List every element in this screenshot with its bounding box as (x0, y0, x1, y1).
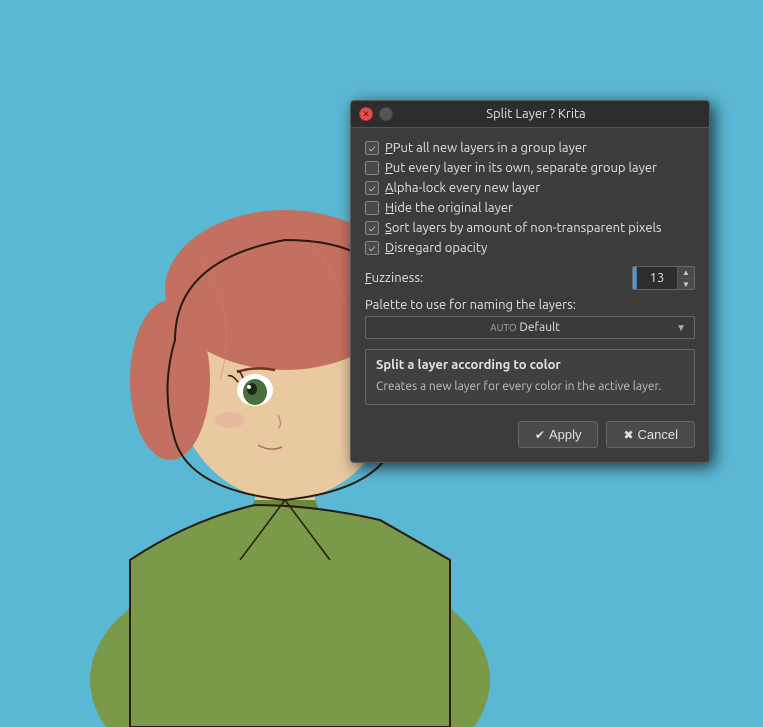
palette-selected-value: AUTO Default (374, 321, 676, 334)
apply-label: Apply (549, 427, 582, 442)
chevron-down-icon: ▼ (676, 322, 686, 334)
checkbox-4[interactable] (365, 201, 379, 215)
close-button[interactable]: ✕ (359, 107, 373, 121)
cancel-button[interactable]: ✖ Cancel (606, 421, 695, 448)
option-row-2[interactable]: Put every layer in its own, separate gro… (365, 158, 695, 178)
info-box: Split a layer according to color Creates… (365, 349, 695, 405)
info-box-title: Split a layer according to color (376, 358, 684, 372)
fuzziness-value[interactable]: 13 (637, 269, 677, 287)
x-icon: ✖ (623, 428, 633, 442)
palette-label: Palette to use for naming the layers: (365, 298, 695, 312)
info-box-text: Creates a new layer for every color in t… (376, 378, 684, 396)
option-label-2: Put every layer in its own, separate gro… (385, 161, 657, 175)
checkbox-5[interactable] (365, 221, 379, 235)
fuzziness-label: Fuzziness: (365, 271, 423, 285)
minimize-button[interactable] (379, 107, 393, 121)
fuzziness-decrement[interactable]: ▼ (678, 278, 694, 289)
option-row-1[interactable]: PPut all new layers in a group layer (365, 138, 695, 158)
option-label-3: Alpha-lock every new layer (385, 181, 540, 195)
fuzziness-input-group: 13 ▲ ▼ (632, 266, 695, 290)
option-label-5: Sort layers by amount of non-transparent… (385, 221, 662, 235)
fuzziness-row: Fuzziness: 13 ▲ ▼ (365, 266, 695, 290)
checkbox-6[interactable] (365, 241, 379, 255)
option-row-3[interactable]: Alpha-lock every new layer (365, 178, 695, 198)
dialog-buttons: ✔ Apply ✖ Cancel (365, 421, 695, 448)
palette-dropdown[interactable]: AUTO Default ▼ (365, 316, 695, 339)
option-row-5[interactable]: Sort layers by amount of non-transparent… (365, 218, 695, 238)
checkmark-icon: ✔ (535, 428, 545, 442)
dialog-title: Split Layer ? Krita (399, 107, 673, 121)
fuzziness-increment[interactable]: ▲ (678, 267, 694, 278)
checkbox-2[interactable] (365, 161, 379, 175)
cancel-label: Cancel (638, 427, 678, 442)
fuzziness-spinners: ▲ ▼ (677, 267, 694, 289)
option-row-4[interactable]: Hide the original layer (365, 198, 695, 218)
option-label-1: PPut all new layers in a group layer (385, 141, 587, 155)
option-row-6[interactable]: Disregard opacity (365, 238, 695, 258)
split-layer-dialog: ✕ Split Layer ? Krita PPut all new layer… (350, 100, 710, 463)
checkbox-1[interactable] (365, 141, 379, 155)
apply-button[interactable]: ✔ Apply (518, 421, 599, 448)
option-label-6: Disregard opacity (385, 241, 487, 255)
option-label-4: Hide the original layer (385, 201, 513, 215)
checkbox-3[interactable] (365, 181, 379, 195)
dialog-titlebar: ✕ Split Layer ? Krita (351, 101, 709, 128)
dialog-body: PPut all new layers in a group layer Put… (351, 128, 709, 462)
